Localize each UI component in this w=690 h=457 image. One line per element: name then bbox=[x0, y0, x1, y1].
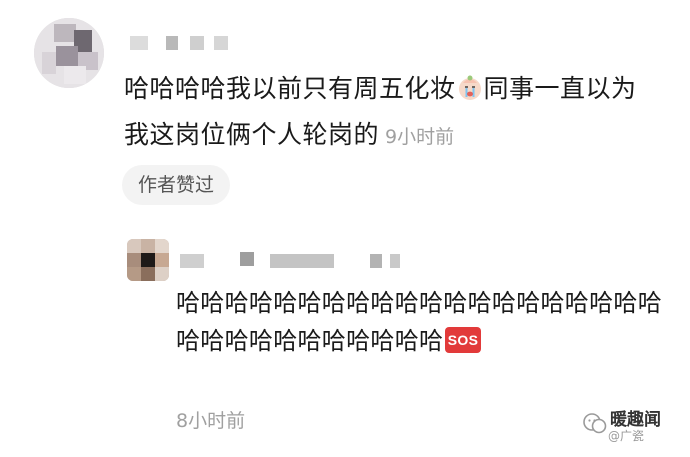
watermark: 暖趣闻 @广瓷 bbox=[582, 405, 678, 447]
reply-text: 哈哈哈哈哈哈哈哈哈哈哈哈哈哈哈哈哈哈哈哈哈哈哈哈哈哈哈哈哈哈哈 bbox=[176, 289, 662, 355]
comment-text-part1: 哈哈哈哈我以前只有周五化妆 bbox=[124, 74, 456, 103]
commenter-avatar[interactable] bbox=[34, 18, 104, 88]
wechat-logo-icon bbox=[583, 413, 607, 434]
reply-time: 8小时前 bbox=[176, 410, 246, 432]
replier-username-blurred[interactable] bbox=[180, 252, 420, 270]
sos-icon: SOS bbox=[445, 327, 482, 353]
commenter-username-blurred[interactable] bbox=[130, 36, 250, 52]
author-liked-badge: 作者赞过 bbox=[122, 165, 231, 205]
reply-body: 哈哈哈哈哈哈哈哈哈哈哈哈哈哈哈哈哈哈哈哈哈哈哈哈哈哈哈哈哈哈哈 SOS bbox=[176, 284, 666, 360]
crying-face-icon bbox=[458, 75, 481, 100]
comment-body: 哈哈哈哈我以前只有周五化妆 同事一直以为我这岗位俩个人轮岗的 9小时前 bbox=[124, 66, 644, 160]
replier-avatar[interactable] bbox=[127, 239, 169, 281]
sos-icon-label: SOS bbox=[448, 332, 478, 348]
comment-time: 9小时前 bbox=[385, 126, 455, 148]
watermark-handle: @广瓷 bbox=[608, 429, 645, 443]
